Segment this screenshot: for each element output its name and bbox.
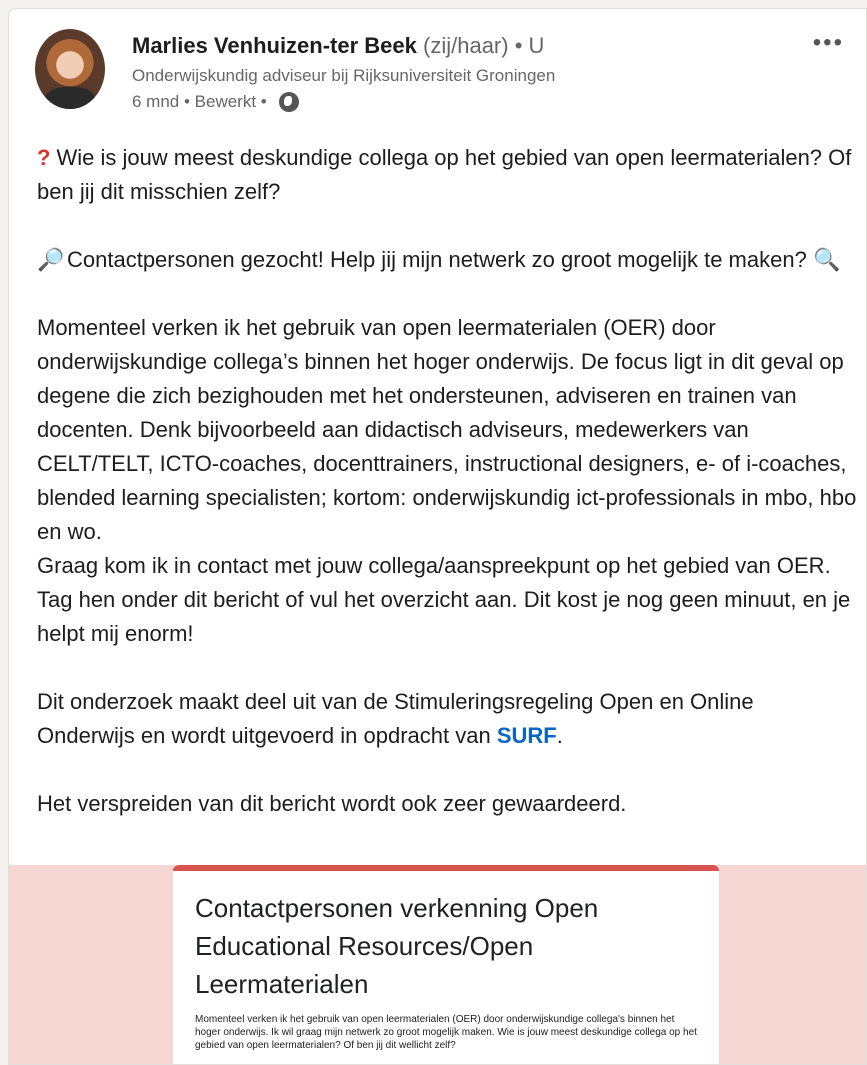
- connection-degree: • U: [514, 33, 545, 58]
- paragraph-contact-request: Graag kom ik in contact met jouw collega…: [37, 553, 851, 646]
- magnifier-left-icon: 🔎: [37, 247, 65, 272]
- paragraph-research-text: Dit onderzoek maakt deel uit van de Stim…: [37, 689, 754, 748]
- post-meta: 6 mnd • Bewerkt •: [132, 91, 299, 113]
- paragraph-contacts: 🔎 Contactpersonen gezocht! Help jij mijn …: [37, 243, 857, 277]
- paragraph-research-end: .: [556, 723, 563, 748]
- paragraph-research: Dit onderzoek maakt deel uit van de Stim…: [37, 685, 857, 753]
- form-description: Momenteel verken ik het gebruik van open…: [195, 1014, 697, 1051]
- globe-icon: [278, 92, 299, 112]
- author-line: Marlies Venhuizen-ter Beek (zij/haar) • …: [132, 33, 544, 59]
- avatar-shoulders: [45, 87, 95, 109]
- paragraph-share: Het verspreiden van dit bericht wordt oo…: [37, 791, 627, 816]
- author-name[interactable]: Marlies Venhuizen-ter Beek: [132, 33, 417, 58]
- author-avatar[interactable]: [35, 29, 105, 109]
- surf-link[interactable]: SURF: [497, 723, 557, 748]
- paragraph-question: ? Wie is jouw meest deskundige collega op…: [37, 141, 857, 209]
- author-headline: Onderwijskundig adviseur bij Rijksuniver…: [132, 66, 556, 85]
- linkedin-post-card: Marlies Venhuizen-ter Beek (zij/haar) • …: [8, 8, 867, 1065]
- link-preview[interactable]: Contactpersonen verkenning Open Educatio…: [9, 865, 866, 1064]
- post-meta-text: 6 mnd • Bewerkt •: [132, 92, 267, 111]
- form-preview-card[interactable]: Contactpersonen verkenning Open Educatio…: [173, 865, 719, 1064]
- author-pronouns: (zij/haar): [423, 33, 509, 58]
- paragraph-contacts-text: Contactpersonen gezocht! Help jij mijn n…: [67, 247, 807, 272]
- magnifier-right-icon: 🔍: [812, 247, 841, 272]
- post-body: ? Wie is jouw meest deskundige collega op…: [37, 141, 857, 821]
- paragraph-exploration: Momenteel verken ik het gebruik van open…: [37, 315, 857, 544]
- form-title: Contactpersonen verkenning Open Educatio…: [195, 893, 599, 999]
- more-options-button[interactable]: •••: [813, 29, 844, 57]
- question-mark-icon: ?: [37, 145, 51, 170]
- paragraph-question-text: Wie is jouw meest deskundige collega op …: [37, 145, 852, 204]
